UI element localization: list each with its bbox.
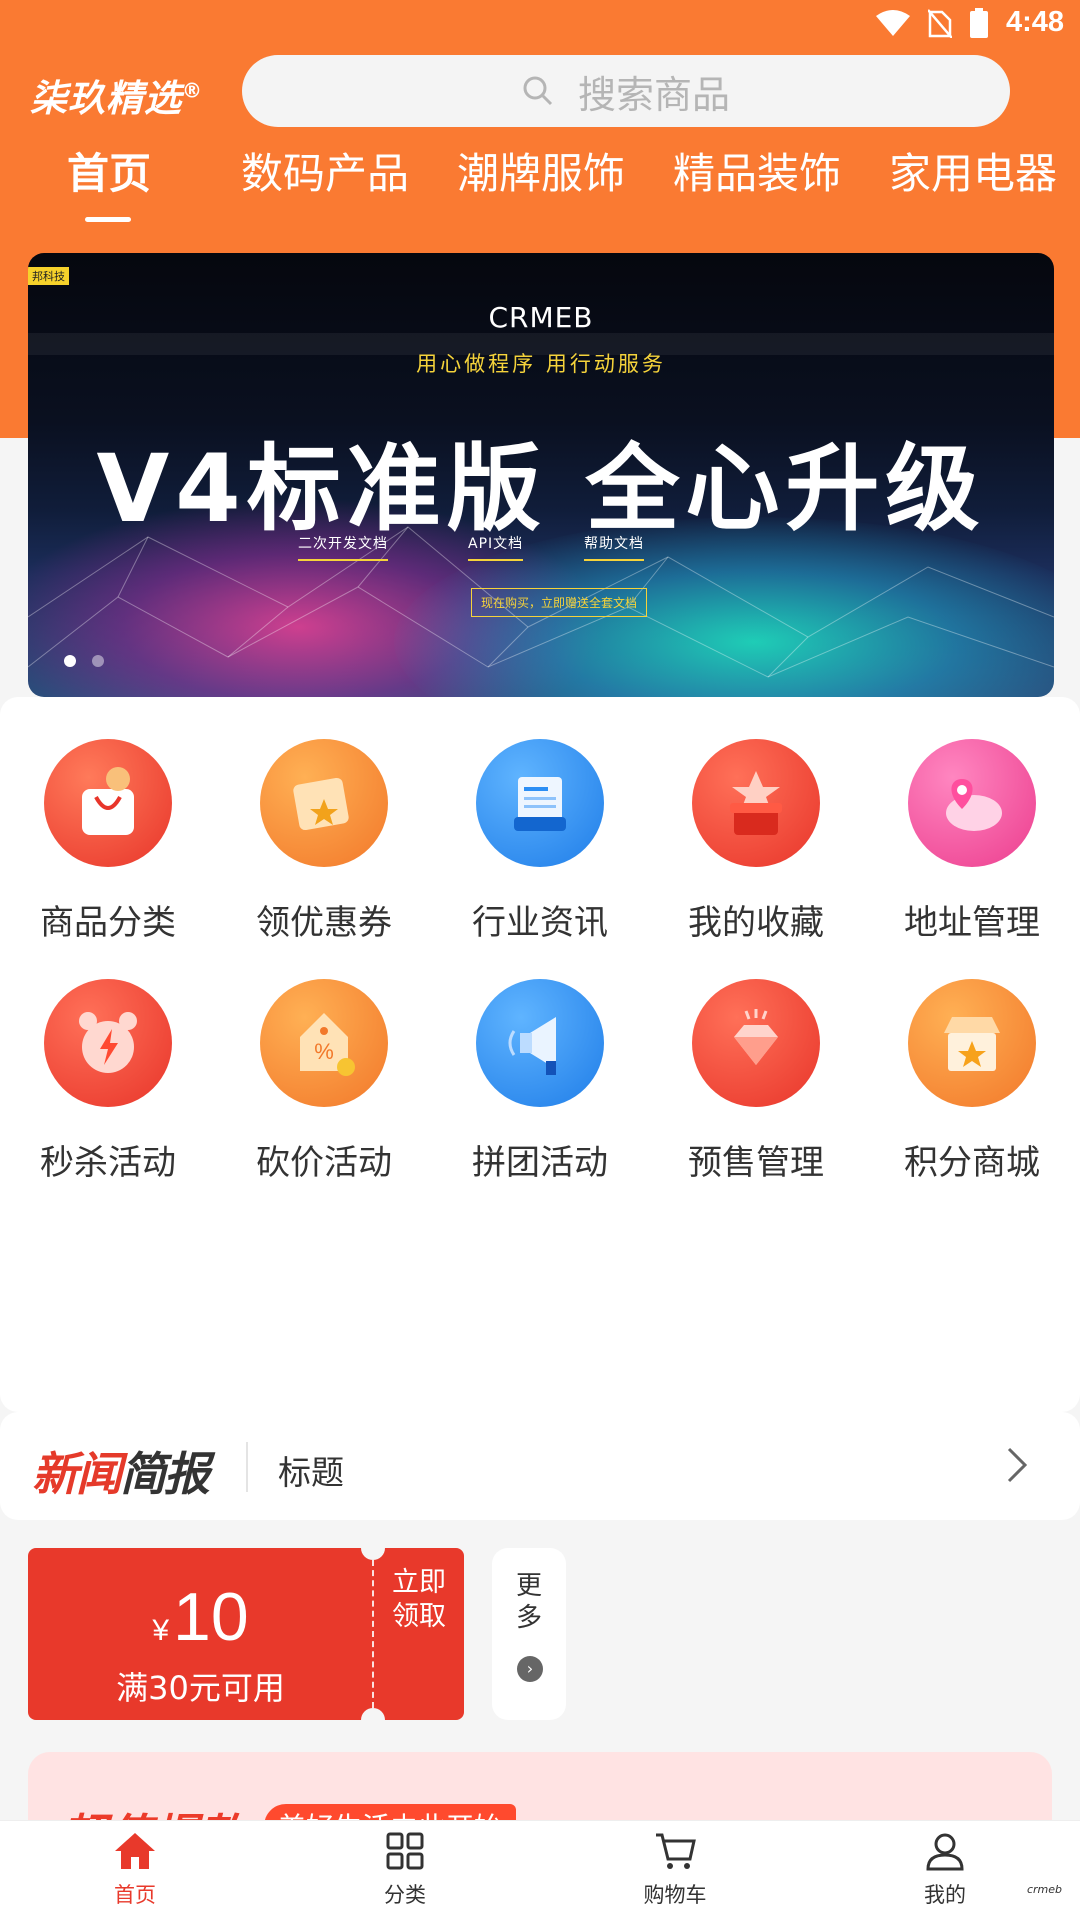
- menu-item-address[interactable]: 地址管理: [864, 739, 1080, 944]
- menu-item-bargain[interactable]: % 砍价活动: [216, 979, 432, 1184]
- promo-banner[interactable]: 邦科技 CRMEB 用心做程序 用行动服务 V4标准版 全心升级 二次开发文档 …: [28, 253, 1054, 697]
- claim-coupon-button[interactable]: 立即领取: [386, 1566, 452, 1634]
- menu-item-coupons[interactable]: 领优惠券: [216, 739, 432, 944]
- shopping-bag-icon: [44, 739, 172, 867]
- price-tag-icon: %: [260, 979, 388, 1107]
- wifi-icon: [875, 9, 910, 36]
- menu-item-points-mall[interactable]: 积分商城: [864, 979, 1080, 1184]
- menu-item-group-buy[interactable]: 拼团活动: [432, 979, 648, 1184]
- news-logo: 新闻简报: [32, 1447, 210, 1501]
- banner-cta: 现在购买，立即赠送全套文档: [471, 588, 648, 617]
- tab-digital[interactable]: 数码产品: [241, 140, 409, 201]
- coupon-card[interactable]: ¥10 满30元可用 立即领取: [28, 1536, 464, 1732]
- bottom-navigation: 首页 分类 购物车 我的 crmeb: [0, 1820, 1080, 1920]
- status-bar: 4:48: [0, 0, 1080, 50]
- tab-home[interactable]: 首页: [67, 140, 151, 201]
- tab-fashion[interactable]: 潮牌服饰: [457, 140, 625, 201]
- nav-profile[interactable]: 我的: [885, 1831, 1005, 1909]
- coupon-notch-bottom: [361, 1708, 385, 1732]
- coupon-section: ¥10 满30元可用 立即领取 更多 ›: [0, 1520, 1080, 1750]
- banner-link-api-docs: API文档: [468, 533, 524, 561]
- banner-headline: V4标准版 全心升级: [96, 435, 986, 544]
- category-tabs: 首页 数码产品 潮牌服饰 精品装饰 家用电器: [0, 140, 1080, 230]
- watermark: crmeb: [1026, 1883, 1062, 1896]
- location-icon: [908, 739, 1036, 867]
- news-headline: 标题: [278, 1453, 344, 1492]
- more-coupons-button[interactable]: 更多 ›: [492, 1548, 566, 1720]
- nav-cart[interactable]: 购物车: [615, 1831, 735, 1909]
- tab-appliances[interactable]: 家用电器: [889, 140, 1057, 201]
- cart-icon: [656, 1833, 696, 1869]
- coupon-notch-top: [361, 1536, 385, 1560]
- active-tab-indicator: [85, 217, 131, 222]
- favorite-box-icon: [692, 739, 820, 867]
- menu-item-product-category[interactable]: 商品分类: [0, 739, 216, 944]
- banner-link-help-docs: 帮助文档: [584, 533, 644, 561]
- chevron-right-icon: [1007, 1447, 1028, 1483]
- menu-item-flash-sale[interactable]: 秒杀活动: [0, 979, 216, 1184]
- banner-dot[interactable]: [64, 655, 76, 667]
- news-divider: [246, 1442, 248, 1492]
- news-icon: [476, 739, 604, 867]
- banner-badge: 邦科技: [28, 267, 69, 285]
- search-bar[interactable]: 搜索商品: [242, 55, 1010, 127]
- coupon-condition: 满30元可用: [116, 1669, 285, 1707]
- coupon-icon: [260, 739, 388, 867]
- nav-home[interactable]: 首页: [75, 1831, 195, 1909]
- menu-item-industry-news[interactable]: 行业资讯: [432, 739, 648, 944]
- banner-slogan: 用心做程序 用行动服务: [416, 352, 666, 376]
- coupon-amount: ¥10: [152, 1579, 249, 1655]
- nav-category[interactable]: 分类: [345, 1831, 465, 1909]
- store-icon: [908, 979, 1036, 1107]
- menu-item-presale[interactable]: 预售管理: [648, 979, 864, 1184]
- status-time: 4:48: [1005, 6, 1064, 38]
- banner-pagination: [64, 655, 104, 667]
- home-icon: [115, 1833, 155, 1869]
- tab-decor[interactable]: 精品装饰: [673, 140, 841, 201]
- battery-icon: [969, 7, 988, 38]
- grid-icon: [386, 1832, 424, 1870]
- search-placeholder: 搜索商品: [577, 72, 730, 117]
- user-icon: [926, 1833, 964, 1871]
- no-sim-icon: [927, 8, 952, 38]
- alarm-clock-icon: [44, 979, 172, 1107]
- banner-dot[interactable]: [92, 655, 104, 667]
- menu-item-favorites[interactable]: 我的收藏: [648, 739, 864, 944]
- app-logo: 柒玖精选®: [30, 77, 203, 120]
- search-icon: [523, 76, 553, 106]
- news-bulletin[interactable]: 新闻简报 标题: [0, 1412, 1080, 1520]
- diamond-icon: [692, 979, 820, 1107]
- banner-brand: CRMEB: [488, 301, 594, 334]
- more-label: 更多: [515, 1571, 542, 1633]
- megaphone-icon: [476, 979, 604, 1107]
- banner-link-dev-docs: 二次开发文档: [298, 533, 388, 561]
- chevron-right-circle-icon: ›: [517, 1656, 543, 1682]
- svg-text:%: %: [314, 1039, 334, 1064]
- coupon-divider: [372, 1560, 374, 1708]
- quick-menu: 商品分类 领优惠券 行业资讯 我的收藏 地址管理 秒杀活动 % 砍价活动 拼团活…: [0, 697, 1080, 1412]
